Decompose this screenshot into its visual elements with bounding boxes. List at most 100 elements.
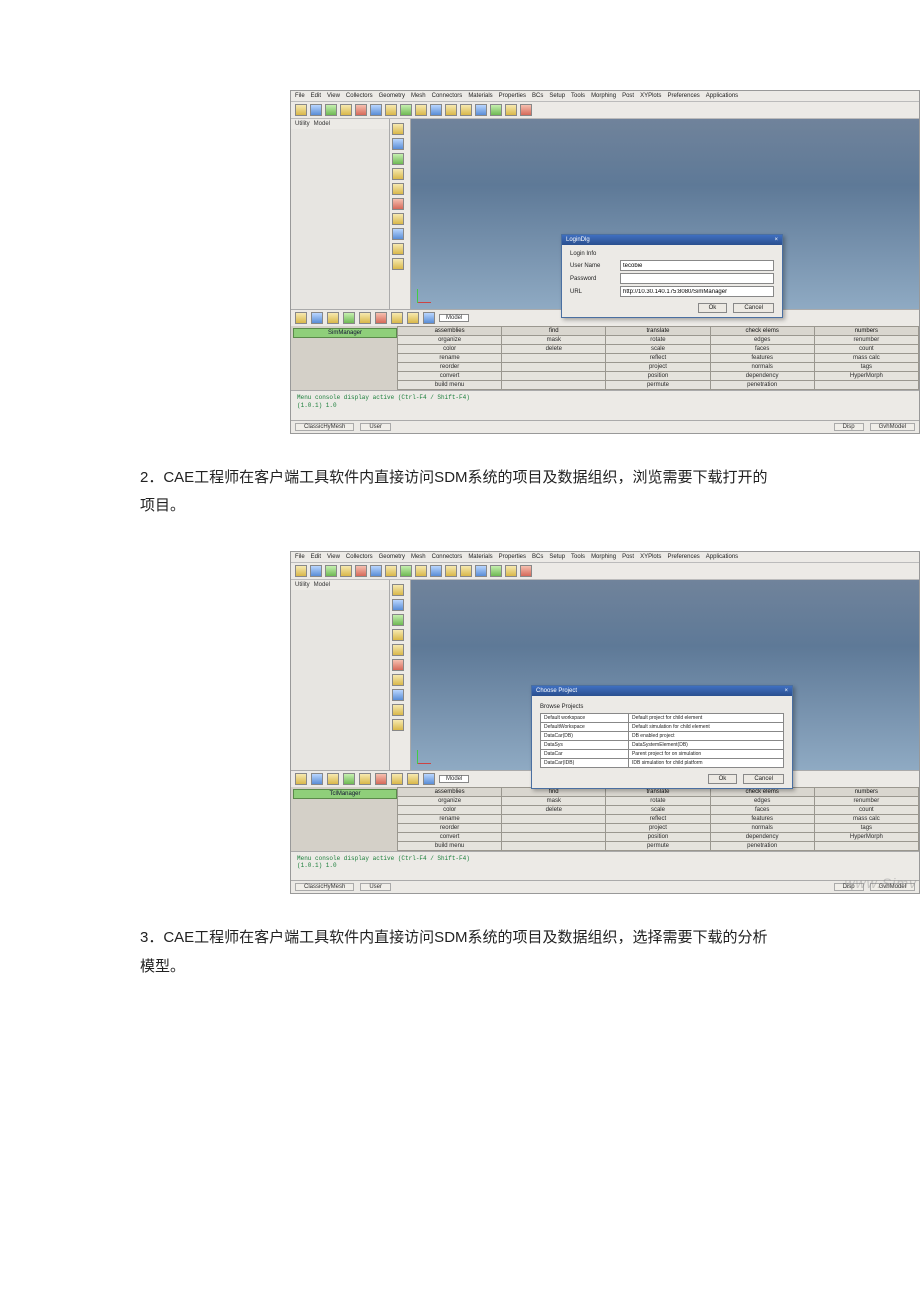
grid-cell[interactable]: features (710, 354, 814, 363)
tool-icon[interactable] (327, 312, 339, 324)
menu-item[interactable]: XYPlots (640, 93, 661, 99)
toolbar-icon[interactable] (430, 104, 442, 116)
3d-viewport[interactable]: LoginDlg × Login Info User Name Password (411, 119, 919, 309)
grid-cell[interactable]: project (606, 823, 710, 832)
close-icon[interactable]: × (774, 237, 778, 243)
tool-icon[interactable] (343, 312, 355, 324)
toolbar-icon[interactable] (325, 565, 337, 577)
grid-cell[interactable]: HyperMorph (814, 372, 918, 381)
tool-icon[interactable] (391, 773, 403, 785)
project-row[interactable]: DataCarParent project for on simulation (541, 749, 784, 758)
vtool-icon[interactable] (392, 674, 404, 686)
tool-icon[interactable] (295, 312, 307, 324)
vtool-icon[interactable] (392, 183, 404, 195)
grid-cell[interactable]: build menu (398, 841, 502, 850)
tool-icon[interactable] (327, 773, 339, 785)
menu-item[interactable]: Preferences (667, 93, 699, 99)
panel-tab-model[interactable]: Model (314, 582, 330, 588)
vtool-icon[interactable] (392, 153, 404, 165)
menu-item[interactable]: Post (622, 554, 634, 560)
grid-cell[interactable]: count (814, 345, 918, 354)
toolbar-icon[interactable] (340, 565, 352, 577)
vtool-icon[interactable] (392, 599, 404, 611)
grid-cell[interactable]: position (606, 832, 710, 841)
tool-icon[interactable] (311, 312, 323, 324)
tool-icon[interactable] (407, 312, 419, 324)
project-row[interactable]: DefaultWorkspaceDefault simulation for c… (541, 722, 784, 731)
vtool-icon[interactable] (392, 629, 404, 641)
project-row[interactable]: DataSysDataSystemElement(DB) (541, 740, 784, 749)
toolbar-icon[interactable] (310, 565, 322, 577)
grid-header-cell[interactable]: check elems (710, 327, 814, 336)
grid-cell[interactable]: mask (502, 796, 606, 805)
model-chip[interactable]: Model (439, 775, 469, 783)
grid-cell[interactable]: penetration (710, 841, 814, 850)
toolbar-icon[interactable] (505, 104, 517, 116)
cancel-button[interactable]: Cancel (733, 303, 774, 313)
vtool-icon[interactable] (392, 584, 404, 596)
grid-cell[interactable]: faces (710, 805, 814, 814)
tool-icon[interactable] (375, 773, 387, 785)
tool-icon[interactable] (311, 773, 323, 785)
grid-cell[interactable]: rename (398, 814, 502, 823)
grid-cell[interactable]: position (606, 372, 710, 381)
menu-item[interactable]: Connectors (432, 554, 463, 560)
menu-item[interactable]: File (295, 554, 305, 560)
toolbar-icon[interactable] (400, 565, 412, 577)
toolbar-icon[interactable] (460, 104, 472, 116)
ok-button[interactable]: Ok (698, 303, 728, 313)
tool-icon[interactable] (359, 773, 371, 785)
cancel-button[interactable]: Cancel (743, 774, 784, 784)
vtool-icon[interactable] (392, 644, 404, 656)
menu-item[interactable]: Applications (706, 93, 738, 99)
3d-viewport[interactable]: Choose Project × Browse Projects Default… (411, 580, 919, 770)
toolbar-icon[interactable] (295, 565, 307, 577)
toolbar-icon[interactable] (475, 104, 487, 116)
panel-tab-utility[interactable]: Utility (295, 121, 310, 127)
grid-cell[interactable]: features (710, 814, 814, 823)
url-input[interactable] (620, 286, 774, 297)
menu-item[interactable]: XYPlots (640, 554, 661, 560)
grid-cell[interactable]: delete (502, 805, 606, 814)
vtool-icon[interactable] (392, 614, 404, 626)
toolbar-icon[interactable] (445, 565, 457, 577)
menu-item[interactable]: Morphing (591, 93, 616, 99)
grid-header-cell[interactable]: assemblies (398, 327, 502, 336)
grid-cell[interactable]: renumber (814, 796, 918, 805)
menu-item[interactable]: Applications (706, 554, 738, 560)
grid-cell[interactable]: convert (398, 832, 502, 841)
menu-item[interactable]: Setup (549, 554, 565, 560)
tool-icon[interactable] (423, 312, 435, 324)
vtool-icon[interactable] (392, 213, 404, 225)
grid-cell[interactable]: penetration (710, 381, 814, 390)
grid-header-cell[interactable]: assemblies (398, 787, 502, 796)
menu-item[interactable]: BCs (532, 93, 543, 99)
grid-cell[interactable]: organize (398, 796, 502, 805)
grid-cell[interactable]: reorder (398, 823, 502, 832)
grid-cell[interactable]: delete (502, 345, 606, 354)
grid-cell[interactable]: color (398, 345, 502, 354)
grid-cell[interactable]: reorder (398, 363, 502, 372)
panel-tab-model[interactable]: Model (314, 121, 330, 127)
menu-item[interactable]: Mesh (411, 93, 426, 99)
grid-cell[interactable]: edges (710, 796, 814, 805)
menu-item[interactable]: Mesh (411, 554, 426, 560)
vtool-icon[interactable] (392, 243, 404, 255)
ok-button[interactable]: Ok (708, 774, 738, 784)
toolbar-icon[interactable] (520, 565, 532, 577)
toolbar-icon[interactable] (340, 104, 352, 116)
vtool-icon[interactable] (392, 168, 404, 180)
grid-header-cell[interactable]: numbers (814, 327, 918, 336)
menu-item[interactable]: Collectors (346, 93, 373, 99)
vtool-icon[interactable] (392, 123, 404, 135)
toolbar-icon[interactable] (295, 104, 307, 116)
grid-cell[interactable]: count (814, 805, 918, 814)
grid-cell[interactable]: HyperMorph (814, 832, 918, 841)
menu-item[interactable]: Preferences (667, 554, 699, 560)
menu-item[interactable]: Materials (468, 93, 492, 99)
vtool-icon[interactable] (392, 228, 404, 240)
toolbar-icon[interactable] (445, 104, 457, 116)
toolbar-icon[interactable] (415, 104, 427, 116)
menu-item[interactable]: Morphing (591, 554, 616, 560)
menu-item[interactable]: Collectors (346, 554, 373, 560)
